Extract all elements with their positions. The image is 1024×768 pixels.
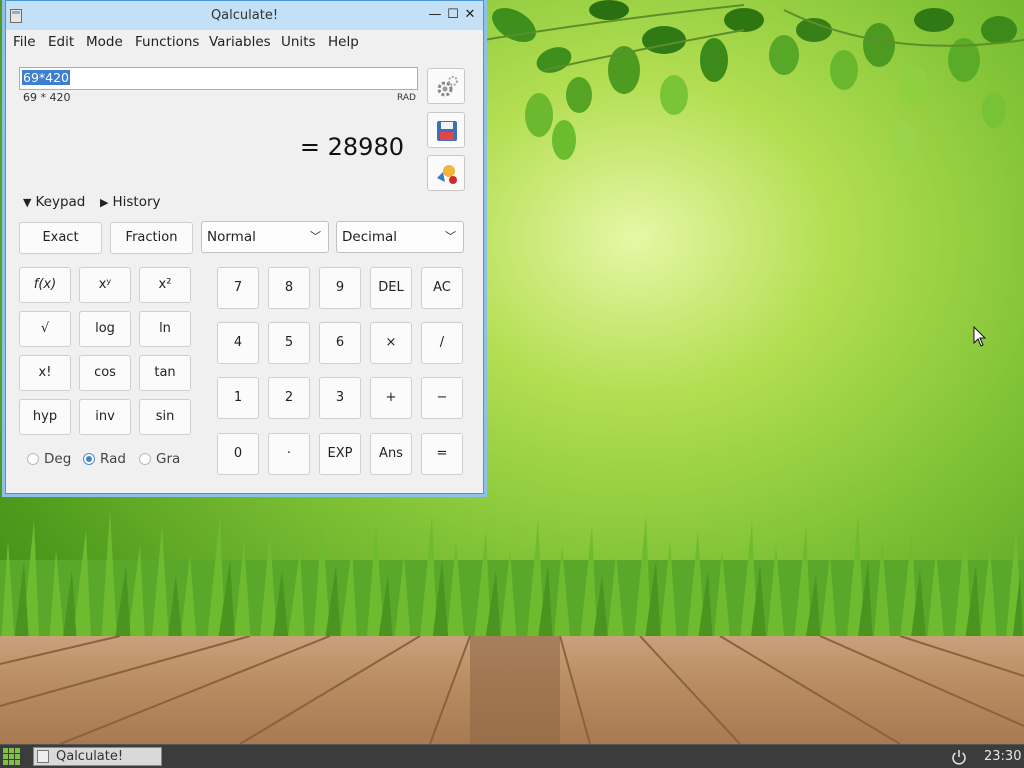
radio-unchecked-icon — [139, 453, 151, 465]
menu-file[interactable]: File — [13, 34, 36, 50]
close-icon[interactable]: ✕ — [462, 7, 478, 23]
angle-radio-label: Gra — [156, 451, 181, 467]
delete-key[interactable]: DEL — [370, 267, 412, 309]
triangle-down-icon: ▼ — [23, 196, 32, 209]
exp-key[interactable]: EXP — [319, 433, 361, 475]
save-icon — [437, 121, 457, 141]
sin-key[interactable]: sin — [139, 399, 191, 435]
chevron-down-icon: ﹀ — [310, 230, 321, 243]
menu-functions[interactable]: Functions — [135, 34, 199, 50]
maximize-icon[interactable]: ☐ — [445, 7, 461, 23]
window-titlebar[interactable]: Qalculate! — ☐ ✕ — [6, 1, 483, 30]
taskbar-item-qalculate[interactable]: Qalculate! — [33, 747, 162, 766]
history-toggle[interactable]: ▶ History — [100, 194, 161, 210]
parsed-expression: 69 * 420 — [23, 91, 71, 104]
key-0[interactable]: 0 — [217, 433, 259, 475]
factorial-key[interactable]: x! — [19, 355, 71, 391]
angle-radio-gra[interactable]: Gra — [139, 451, 180, 467]
history-label: History — [112, 194, 161, 210]
base-value: Decimal — [342, 229, 398, 245]
menu-help[interactable]: Help — [328, 34, 359, 50]
all-clear-key[interactable]: AC — [421, 267, 463, 309]
cos-key[interactable]: cos — [79, 355, 131, 391]
number-format-value: Normal — [207, 229, 256, 245]
taskbar: Qalculate! 23:30 — [0, 744, 1024, 768]
keypad-toggle[interactable]: ▼ Keypad — [23, 194, 85, 210]
start-menu-button[interactable] — [3, 748, 21, 766]
ln-key[interactable]: ln — [139, 311, 191, 347]
menu-mode[interactable]: Mode — [86, 34, 123, 50]
chevron-down-icon: ﹀ — [445, 230, 456, 243]
key-2[interactable]: 2 — [268, 377, 310, 419]
plus-key[interactable]: + — [370, 377, 412, 419]
fraction-button[interactable]: Fraction — [110, 222, 193, 254]
minus-key[interactable]: − — [421, 377, 463, 419]
expression-value: 69*420 — [22, 70, 71, 85]
key-7[interactable]: 7 — [217, 267, 259, 309]
angle-radio-label: Deg — [44, 451, 72, 467]
key-3[interactable]: 3 — [319, 377, 361, 419]
menu-units[interactable]: Units — [281, 34, 316, 50]
divide-key[interactable]: / — [421, 322, 463, 364]
power-icon[interactable] — [951, 749, 967, 765]
hyp-key[interactable]: hyp — [19, 399, 71, 435]
key-9[interactable]: 9 — [319, 267, 361, 309]
angle-radio-label: Rad — [100, 451, 126, 467]
decimal-point-key[interactable]: · — [268, 433, 310, 475]
sqrt-key[interactable]: √ — [19, 311, 71, 347]
radio-checked-icon — [83, 453, 95, 465]
ans-key[interactable]: Ans — [370, 433, 412, 475]
gear-icon — [437, 76, 458, 97]
menu-bar: File Edit Mode Functions Variables Units… — [6, 30, 483, 54]
grid-icon — [3, 748, 8, 753]
convert-units-icon — [437, 165, 457, 184]
inv-key[interactable]: inv — [79, 399, 131, 435]
function-key[interactable]: f(x) — [19, 267, 71, 303]
qalculate-window: Qalculate! — ☐ ✕ File Edit Mode Function… — [5, 0, 484, 494]
key-6[interactable]: 6 — [319, 322, 361, 364]
log-key[interactable]: log — [79, 311, 131, 347]
result-display: = 28980 — [299, 133, 404, 161]
menu-variables[interactable]: Variables — [209, 34, 271, 50]
number-format-select[interactable]: Normal ﹀ — [201, 221, 329, 253]
equals-key[interactable]: = — [421, 433, 463, 475]
convert-units-button[interactable] — [427, 155, 465, 191]
triangle-right-icon: ▶ — [100, 196, 109, 209]
mouse-cursor-icon — [973, 326, 987, 347]
wooden-deck-decoration — [0, 636, 1024, 744]
taskbar-item-label: Qalculate! — [56, 749, 124, 764]
save-button[interactable] — [427, 112, 465, 148]
multiply-key[interactable]: × — [370, 322, 412, 364]
key-5[interactable]: 5 — [268, 322, 310, 364]
keypad-label: Keypad — [35, 194, 86, 210]
angle-unit-indicator: RAD — [397, 93, 416, 103]
preferences-button[interactable] — [427, 68, 465, 104]
tan-key[interactable]: tan — [139, 355, 191, 391]
square-key[interactable]: x² — [139, 267, 191, 303]
angle-radio-rad[interactable]: Rad — [83, 451, 126, 467]
window-title: Qalculate! — [210, 8, 279, 23]
exact-button[interactable]: Exact — [19, 222, 102, 254]
minimize-icon[interactable]: — — [427, 7, 443, 23]
power-key[interactable]: xʸ — [79, 267, 131, 303]
key-1[interactable]: 1 — [217, 377, 259, 419]
key-8[interactable]: 8 — [268, 267, 310, 309]
clock: 23:30 — [984, 749, 1022, 764]
expression-input[interactable]: 69*420 — [19, 67, 418, 90]
calculator-app-icon — [37, 750, 49, 763]
base-select[interactable]: Decimal ﹀ — [336, 221, 464, 253]
angle-radio-deg[interactable]: Deg — [27, 451, 71, 467]
key-4[interactable]: 4 — [217, 322, 259, 364]
radio-unchecked-icon — [27, 453, 39, 465]
menu-edit[interactable]: Edit — [48, 34, 74, 50]
leaves-decoration — [484, 0, 1024, 160]
